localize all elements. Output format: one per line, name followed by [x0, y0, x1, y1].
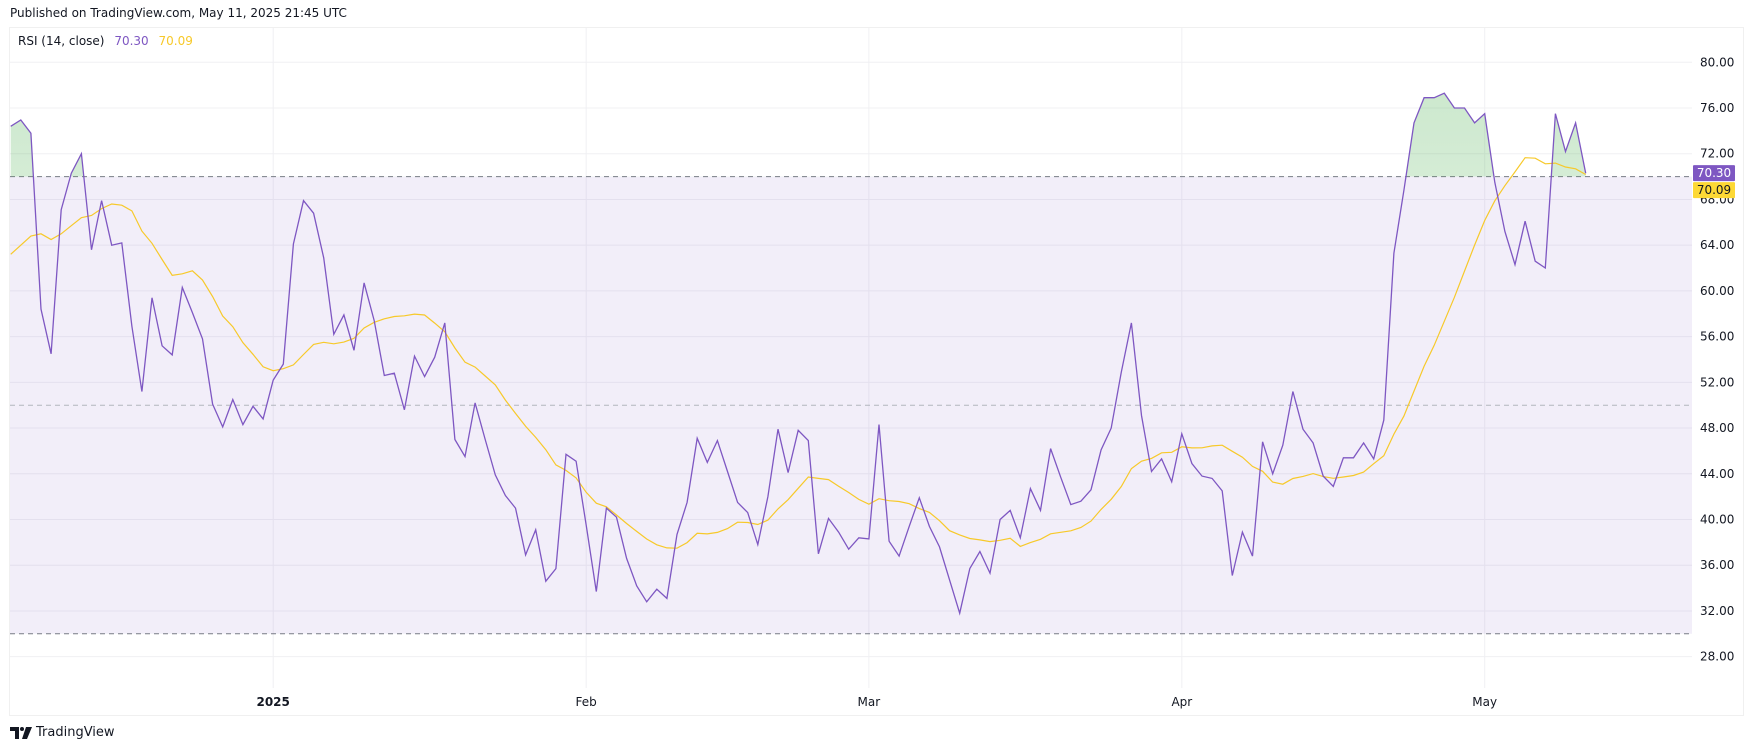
y-tick-label: 56.00 [1700, 330, 1734, 344]
legend-title: RSI (14, close) [18, 34, 105, 48]
x-tick-label: Apr [1171, 695, 1192, 709]
tradingview-logo-icon [10, 726, 32, 739]
y-tick-label: 44.00 [1700, 467, 1734, 481]
y-tick-label: 48.00 [1700, 421, 1734, 435]
ma-last-value-text: 70.09 [1697, 183, 1731, 197]
tradingview-brand[interactable]: TradingView [10, 725, 115, 740]
brand-name: TradingView [36, 725, 115, 740]
rsi-chart[interactable]: 80.0076.0072.0068.0064.0060.0056.0052.00… [0, 0, 1754, 751]
x-tick-label: May [1472, 695, 1497, 709]
y-tick-label: 72.00 [1700, 147, 1734, 161]
legend-rsi-value: 70.30 [114, 34, 149, 48]
indicator-legend[interactable]: RSI (14, close) 70.30 70.09 [18, 34, 199, 48]
y-tick-label: 52.00 [1700, 375, 1734, 389]
x-tick-label: 2025 [256, 695, 289, 709]
y-tick-label: 28.00 [1700, 650, 1734, 664]
x-tick-label: Feb [576, 695, 597, 709]
x-tick-label: Mar [858, 695, 881, 709]
y-tick-label: 60.00 [1700, 284, 1734, 298]
y-tick-label: 64.00 [1700, 238, 1734, 252]
legend-ma-value: 70.09 [158, 34, 193, 48]
y-tick-label: 80.00 [1700, 55, 1734, 69]
y-tick-label: 32.00 [1700, 604, 1734, 618]
y-tick-label: 76.00 [1700, 101, 1734, 115]
y-tick-label: 40.00 [1700, 513, 1734, 527]
rsi-last-value-text: 70.30 [1697, 166, 1731, 180]
y-tick-label: 36.00 [1700, 558, 1734, 572]
